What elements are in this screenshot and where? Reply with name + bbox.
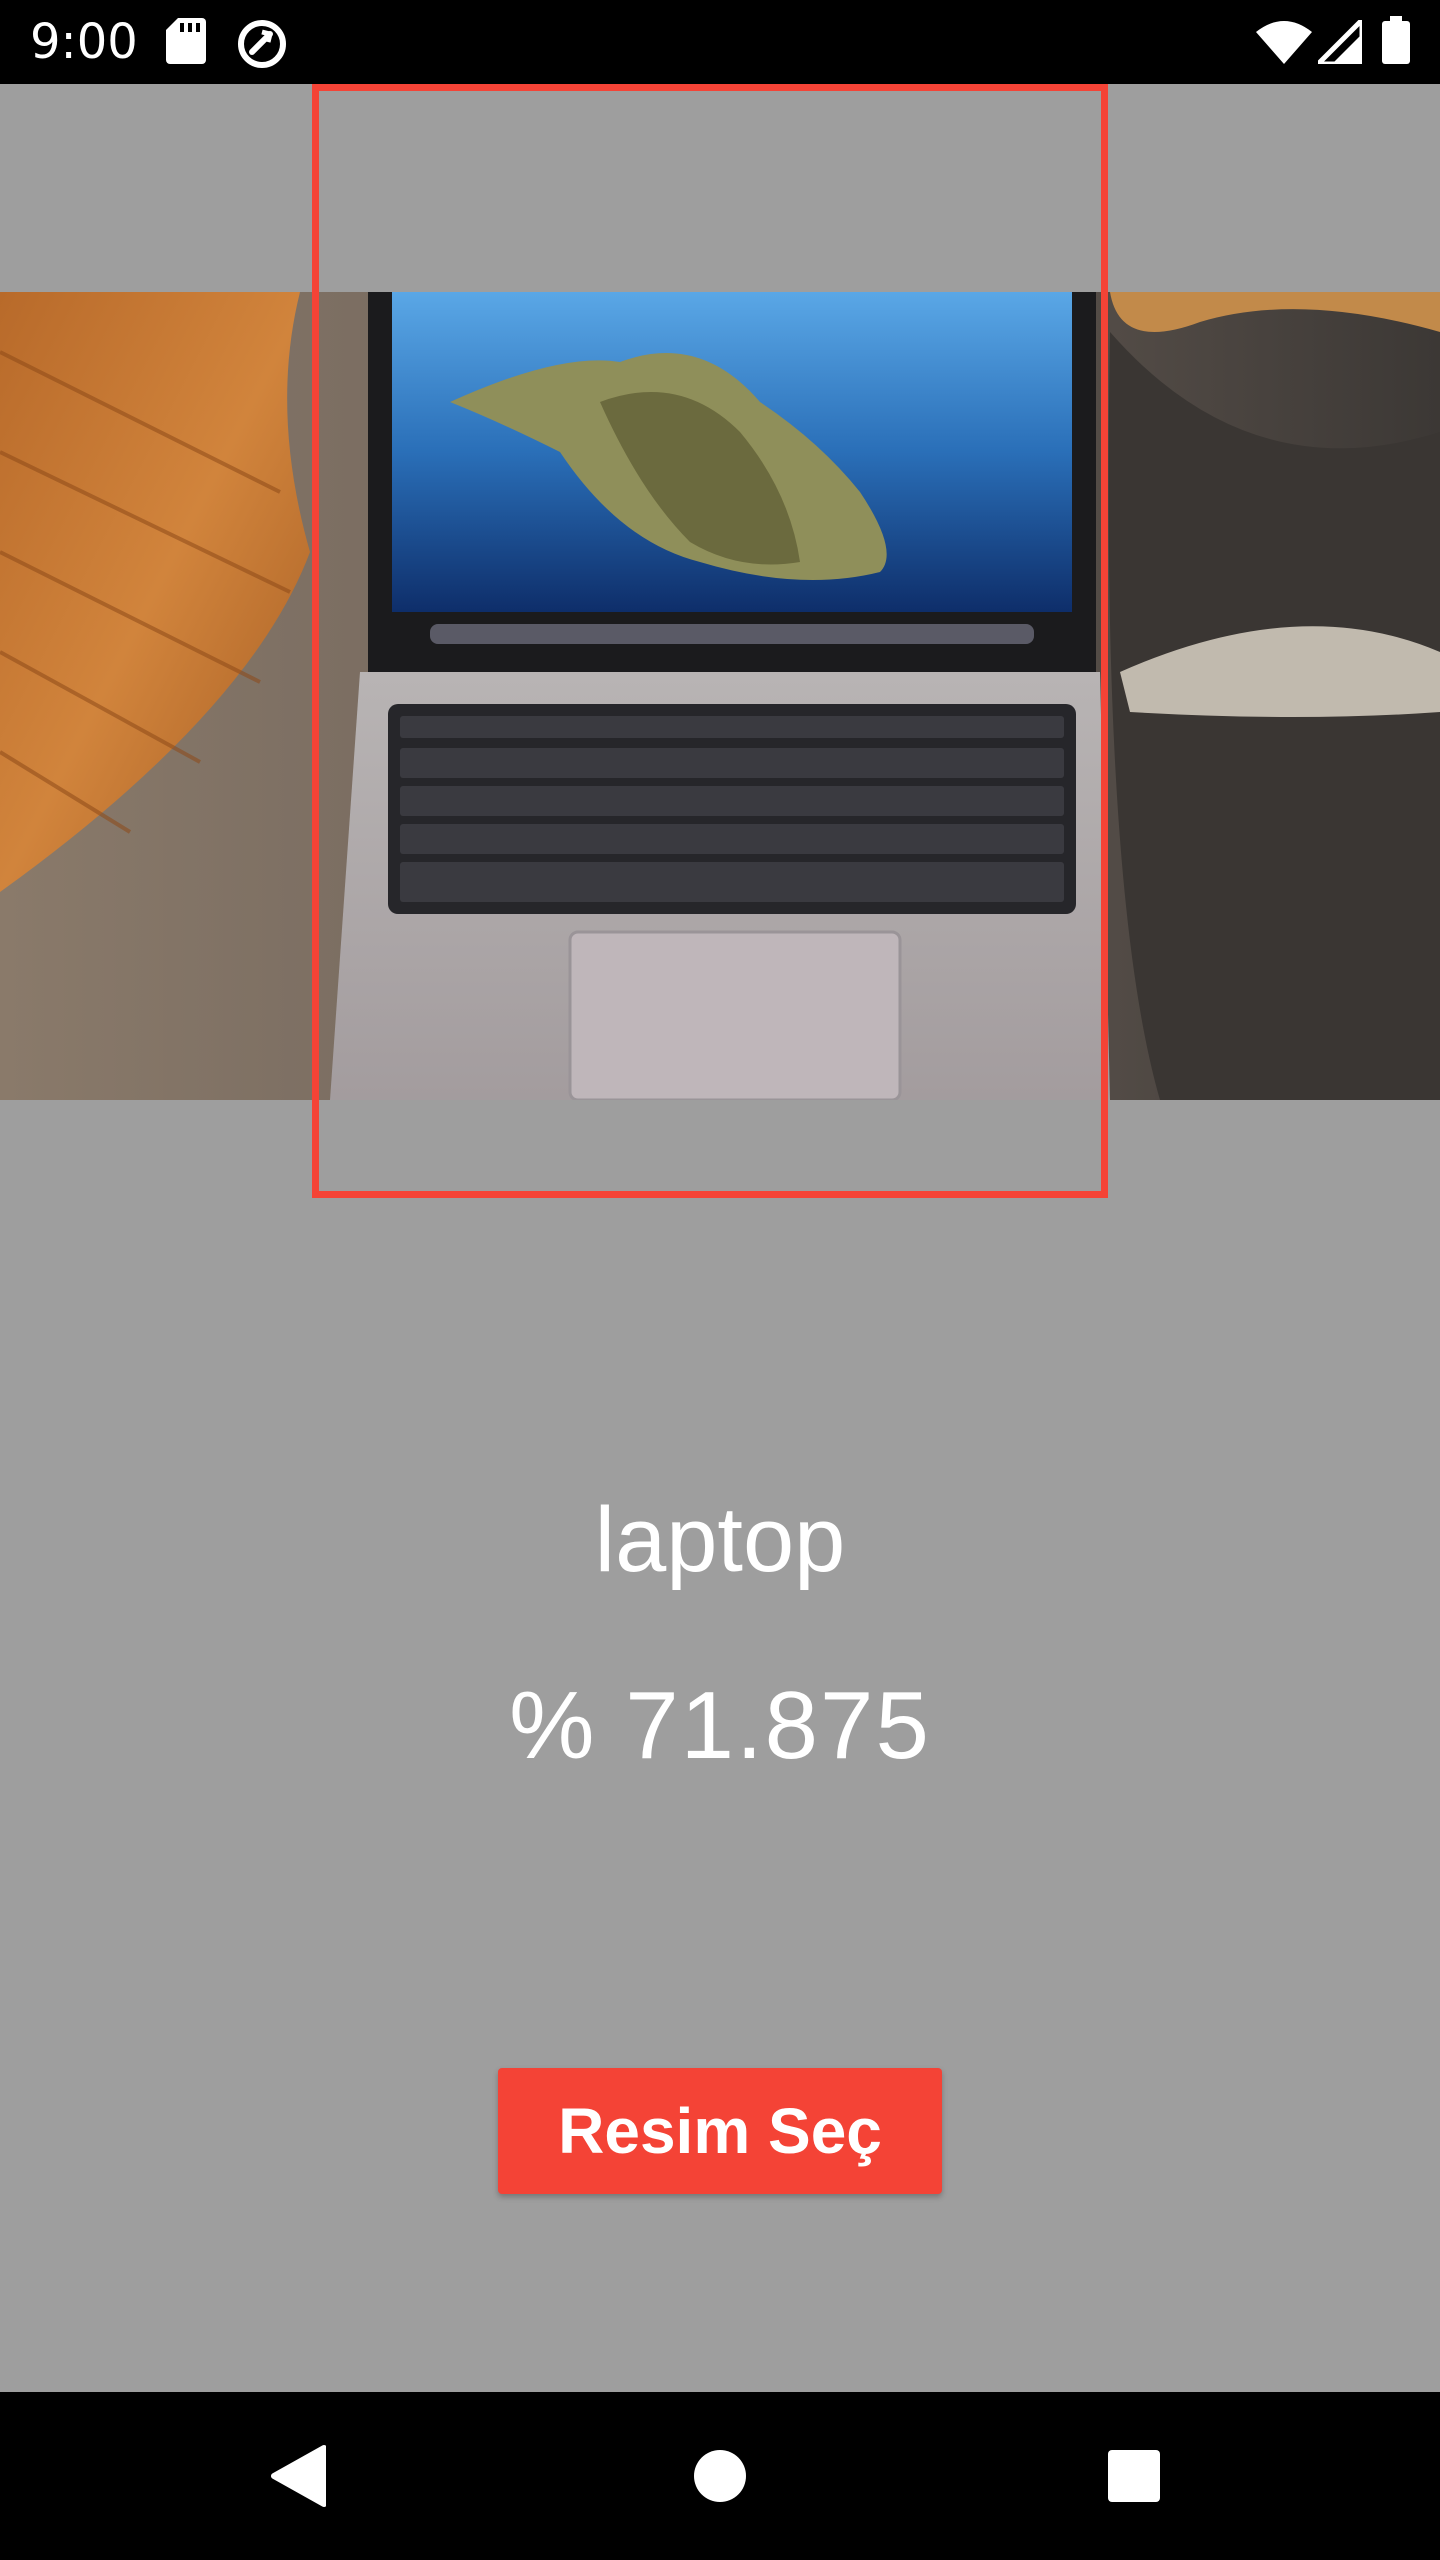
sync-disabled-icon xyxy=(238,20,286,68)
status-bar: 9:00 xyxy=(0,0,1440,84)
home-icon[interactable] xyxy=(692,2444,748,2508)
app-screen: 9:00 laptop % 71.875 Resim Seç xyxy=(0,0,1440,2560)
navigation-bar xyxy=(0,2392,1440,2560)
signal-icon xyxy=(1318,20,1362,64)
detection-bounding-box xyxy=(312,84,1108,1198)
sd-card-icon xyxy=(166,18,206,64)
wifi-icon xyxy=(1256,21,1312,64)
pick-image-button[interactable]: Resim Seç xyxy=(498,2068,942,2194)
battery-icon xyxy=(1382,16,1410,64)
recents-icon[interactable] xyxy=(1106,2444,1162,2508)
detection-confidence: % 71.875 xyxy=(509,1672,931,1779)
back-icon[interactable] xyxy=(270,2444,326,2508)
status-time: 9:00 xyxy=(30,14,138,70)
detection-label: laptop xyxy=(594,1489,846,1591)
